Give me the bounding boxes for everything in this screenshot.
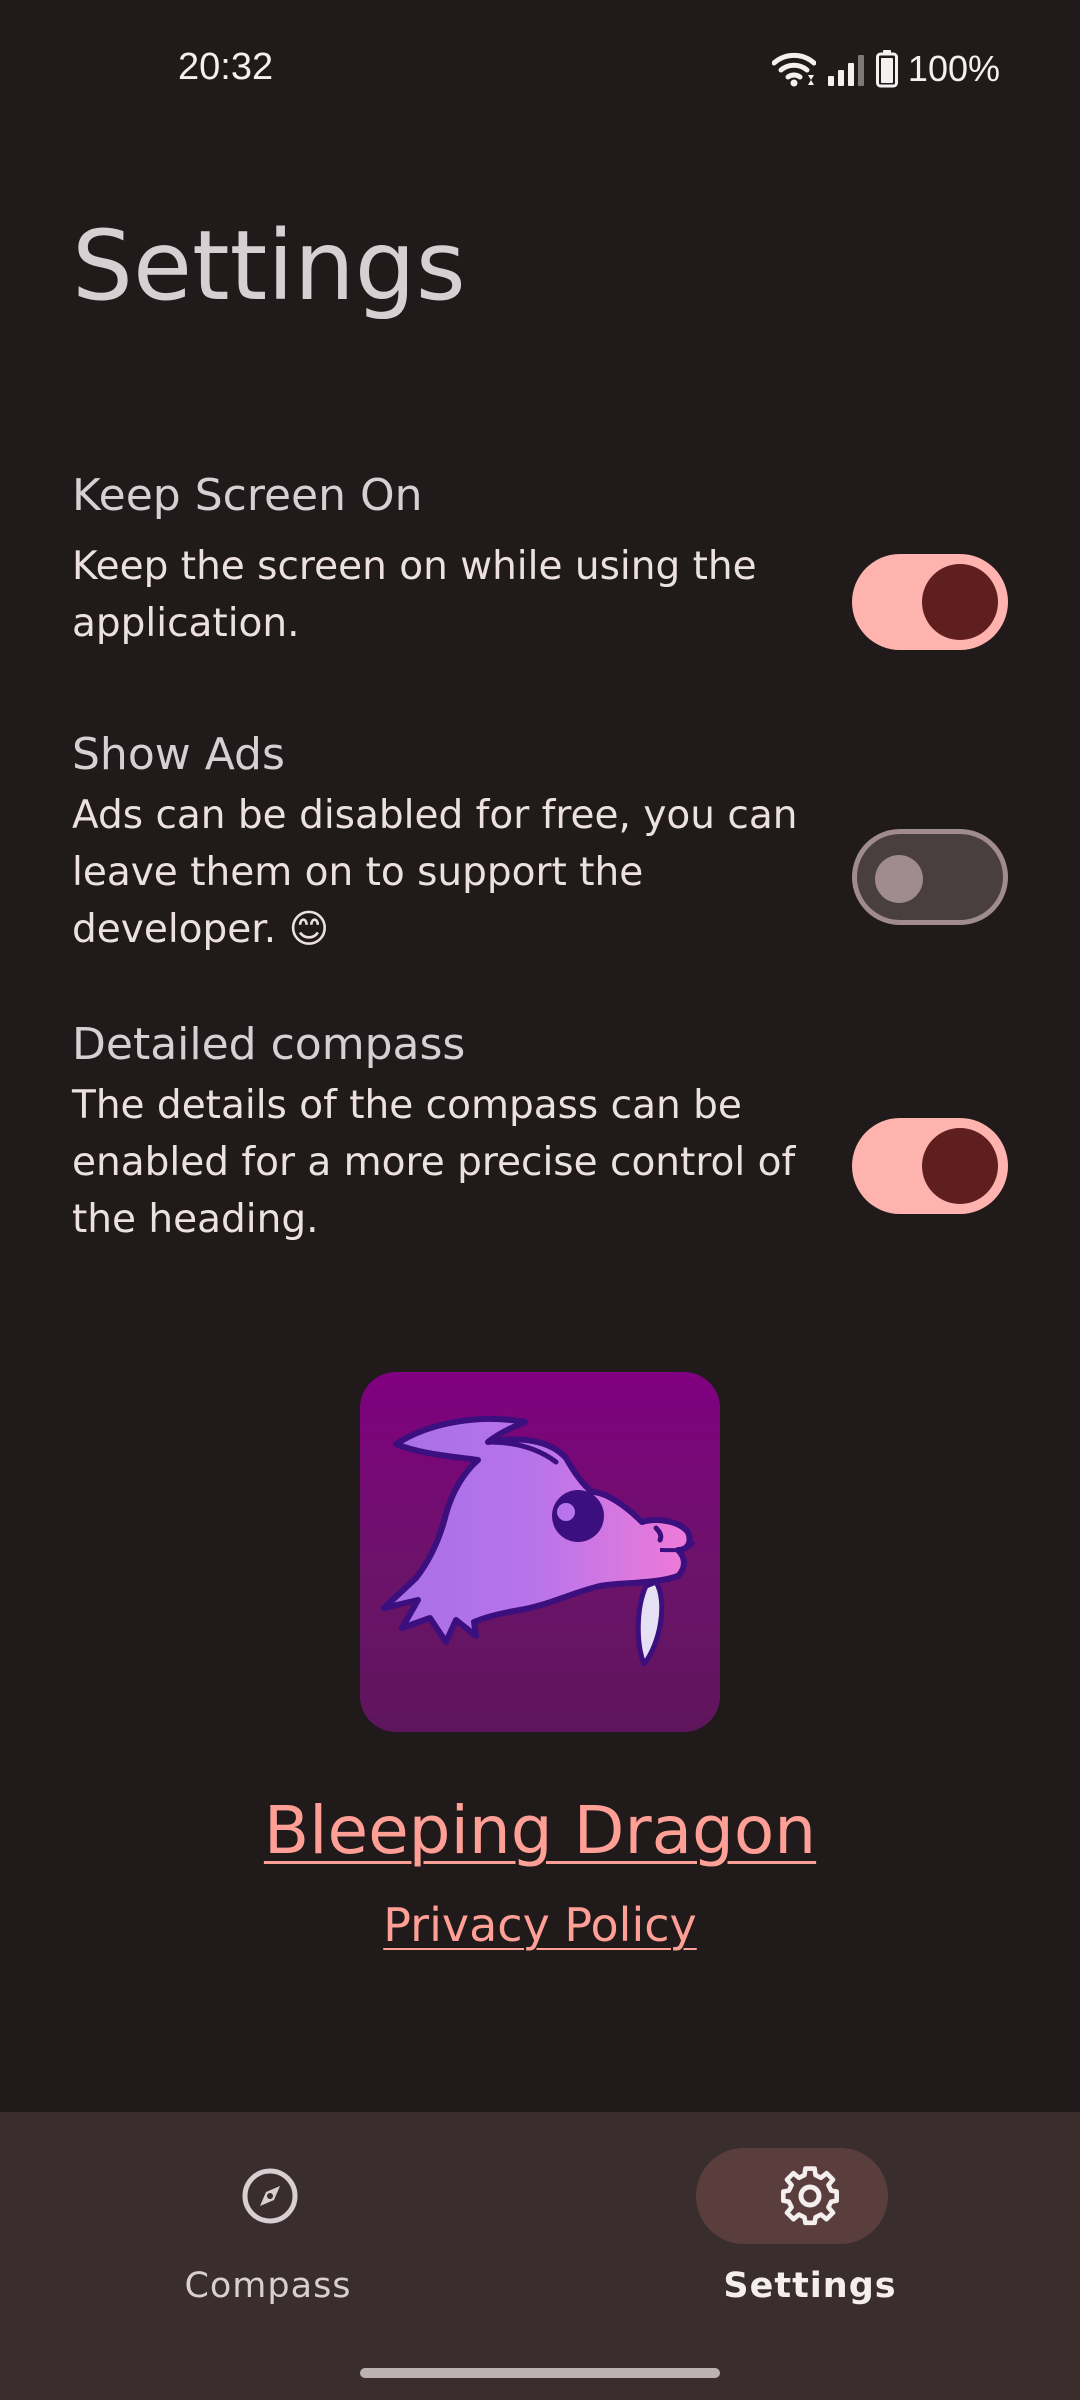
- toggle-knob: [922, 564, 998, 640]
- nav-label: Settings: [723, 2266, 897, 2306]
- status-time: 20:32: [178, 46, 274, 88]
- developer-link[interactable]: Bleeping Dragon: [0, 1792, 1080, 1869]
- status-icons: 100%: [771, 46, 1000, 92]
- detailed-compass-toggle[interactable]: [852, 1118, 1008, 1214]
- gear-icon: [781, 2166, 839, 2226]
- battery-icon: [875, 50, 898, 88]
- keep-screen-on-toggle[interactable]: [852, 554, 1008, 650]
- setting-title: Show Ads: [72, 729, 285, 780]
- bottom-navigation: Compass Settings: [0, 2112, 1080, 2400]
- page-title: Settings: [72, 210, 466, 322]
- privacy-policy-link[interactable]: Privacy Policy: [0, 1898, 1080, 1952]
- nav-item-compass[interactable]: Compass: [0, 2112, 540, 2400]
- battery-percentage: 100%: [907, 48, 1000, 89]
- home-indicator[interactable]: [360, 2368, 720, 2378]
- setting-description: Ads can be disabled for free, you can le…: [72, 793, 798, 952]
- signal-icon: [827, 55, 864, 86]
- setting-description: The details of the compass can be enable…: [72, 1083, 796, 1242]
- status-bar: 20:32 100%: [0, 0, 1080, 140]
- wifi-icon: [771, 52, 816, 87]
- setting-show-ads: Show Ads Ads can be disabled for free, y…: [72, 727, 1008, 958]
- setting-title: Detailed compass: [72, 1019, 466, 1070]
- compass-icon: [242, 2168, 298, 2224]
- nav-item-settings[interactable]: Settings: [540, 2112, 1080, 2400]
- setting-detailed-compass: Detailed compass The details of the comp…: [72, 1017, 1008, 1248]
- setting-description: Keep the screen on while using the appli…: [72, 544, 757, 646]
- setting-title: Keep Screen On: [72, 470, 423, 521]
- dragon-logo-icon: [360, 1372, 720, 1732]
- nav-label: Compass: [184, 2266, 352, 2306]
- toggle-knob: [875, 855, 923, 903]
- show-ads-toggle[interactable]: [852, 829, 1008, 925]
- setting-keep-screen-on: Keep Screen On Keep the screen on while …: [72, 468, 1008, 652]
- toggle-knob: [922, 1128, 998, 1204]
